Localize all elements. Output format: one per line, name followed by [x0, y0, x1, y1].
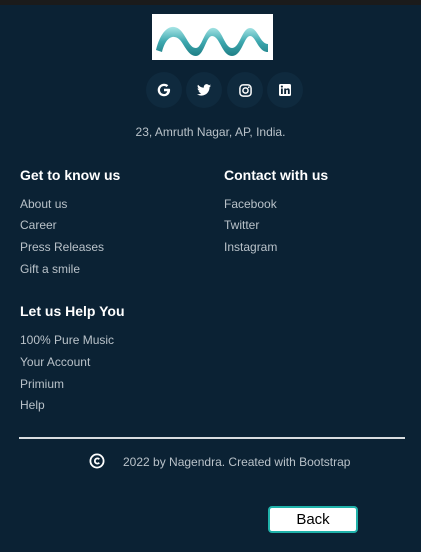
twitter-icon[interactable]: [186, 72, 222, 108]
social-links: [132, 72, 312, 110]
link-career[interactable]: Career: [20, 218, 57, 232]
instagram-icon[interactable]: [227, 72, 263, 108]
copyright-text: 2022 by Nagendra. Created with Bootstrap: [123, 455, 351, 469]
heading-contact-with-us: Contact with us: [224, 167, 329, 183]
link-help[interactable]: Help: [20, 398, 45, 412]
link-gift-a-smile[interactable]: Gift a smile: [20, 262, 80, 276]
back-button[interactable]: Back: [268, 506, 358, 533]
google-icon[interactable]: [146, 72, 182, 108]
heading-let-us-help-you: Let us Help You: [20, 303, 125, 319]
linkedin-icon[interactable]: [267, 72, 303, 108]
link-press-releases[interactable]: Press Releases: [20, 240, 104, 254]
link-instagram[interactable]: Instagram: [224, 240, 277, 254]
link-pure-music[interactable]: 100% Pure Music: [20, 333, 114, 347]
link-about-us[interactable]: About us: [20, 197, 67, 211]
address-text: 23, Amruth Nagar, AP, India.: [135, 125, 286, 139]
link-facebook[interactable]: Facebook: [224, 197, 277, 211]
link-your-account[interactable]: Your Account: [20, 355, 90, 369]
site-logo[interactable]: [152, 14, 273, 60]
link-twitter[interactable]: Twitter: [224, 218, 259, 232]
footer-divider: [19, 437, 405, 439]
top-bar: [0, 0, 421, 5]
link-primium[interactable]: Primium: [20, 377, 64, 391]
copyright-icon: [89, 453, 105, 469]
heading-get-to-know-us: Get to know us: [20, 167, 121, 183]
